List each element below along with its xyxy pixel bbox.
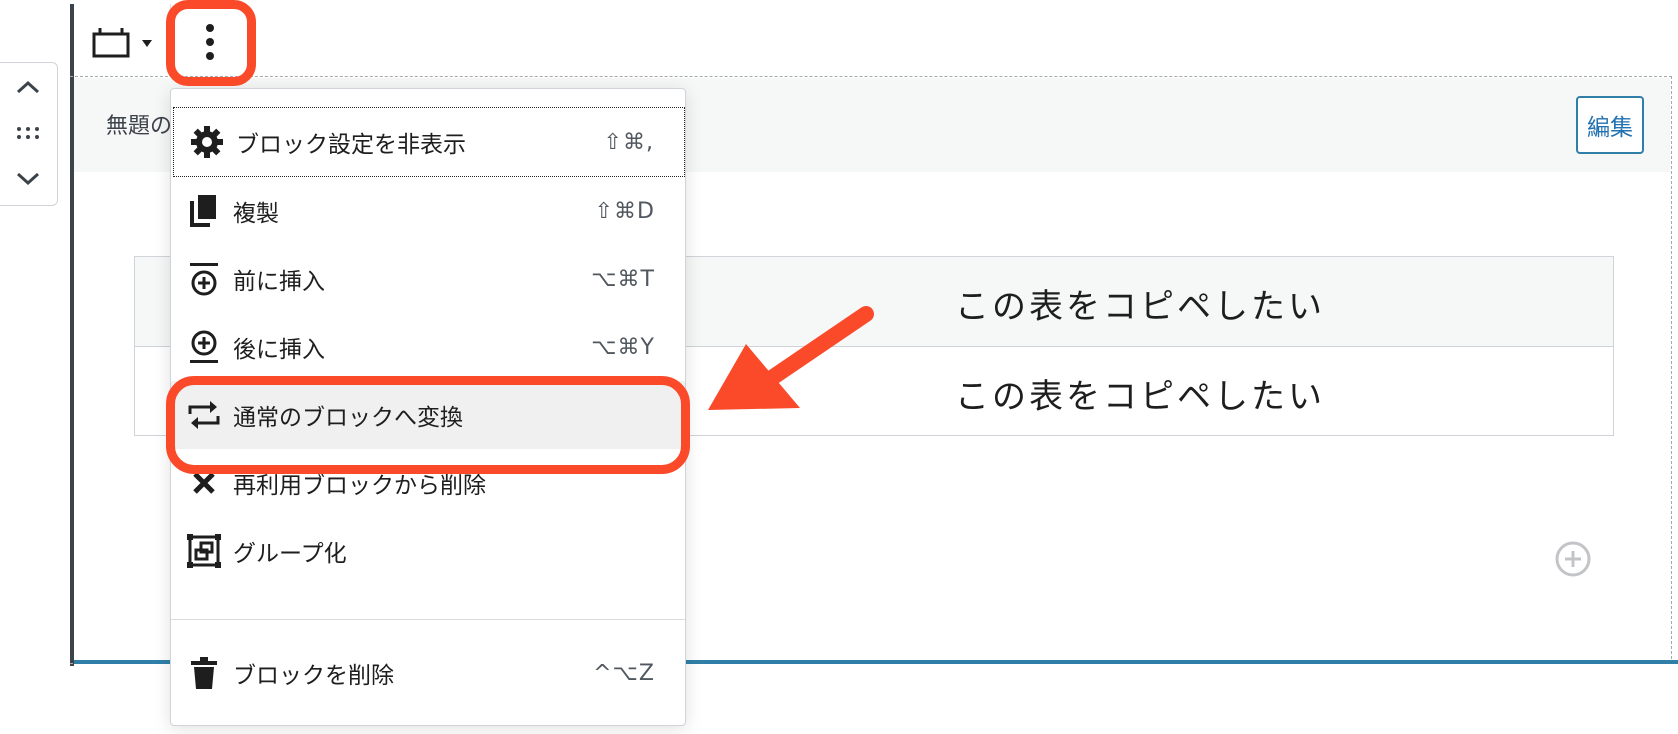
menu-item-label: 前に挿入 [233, 269, 325, 295]
insert-before-icon [185, 260, 223, 298]
menu-item-shortcut: ⌥⌘T [591, 266, 655, 292]
drag-handle[interactable] [0, 113, 56, 153]
menu-item-label: 複製 [233, 201, 279, 227]
menu-item-label: ブロックを削除 [233, 663, 394, 689]
reusable-block-title: 無題の [106, 114, 173, 139]
chevron-down-icon [16, 172, 40, 186]
table-cell[interactable]: この表をコピペしたい [955, 279, 1325, 328]
reusable-block-icon [92, 28, 152, 58]
menu-item-shortcut: ⇧⌘, [603, 129, 654, 155]
plus-circle-icon [1555, 541, 1591, 577]
menu-item-label: グループ化 [233, 541, 347, 567]
table-cell[interactable]: この表をコピペしたい [955, 369, 1325, 418]
menu-item-hide-settings[interactable]: ブロック設定を非表示 ⇧⌘, [173, 107, 685, 177]
duplicate-icon [185, 192, 223, 230]
move-down-button[interactable] [0, 159, 56, 199]
menu-item-label: 後に挿入 [233, 337, 325, 363]
annotation-arrow-icon [708, 306, 874, 410]
group-icon [185, 532, 223, 570]
menu-item-shortcut: ⇧⌘D [594, 198, 655, 224]
insert-after-icon [185, 328, 223, 366]
drag-handle-icon [17, 127, 39, 139]
menu-item-label: ブロック設定を非表示 [236, 132, 466, 158]
menu-item-duplicate[interactable]: 複製 ⇧⌘D [171, 177, 685, 245]
menu-item-insert-after[interactable]: 後に挿入 ⌥⌘Y [171, 313, 685, 381]
menu-separator [171, 619, 685, 620]
trash-icon [185, 654, 223, 692]
block-type-button[interactable] [90, 22, 160, 62]
menu-item-shortcut: ^⌥Z [593, 660, 655, 686]
menu-item-shortcut: ⌥⌘Y [591, 334, 655, 360]
move-up-button[interactable] [0, 67, 56, 107]
highlight-convert-item [166, 376, 690, 474]
edit-button[interactable]: 編集 [1576, 96, 1644, 154]
gear-icon [188, 123, 226, 161]
chevron-up-icon [16, 80, 40, 94]
highlight-options-button [166, 0, 256, 86]
menu-item-remove-block[interactable]: ブロックを削除 ^⌥Z [171, 639, 685, 707]
menu-item-group[interactable]: グループ化 [171, 517, 685, 585]
block-mover [0, 62, 58, 206]
menu-item-insert-before[interactable]: 前に挿入 ⌥⌘T [171, 245, 685, 313]
add-block-button[interactable] [1554, 540, 1592, 578]
